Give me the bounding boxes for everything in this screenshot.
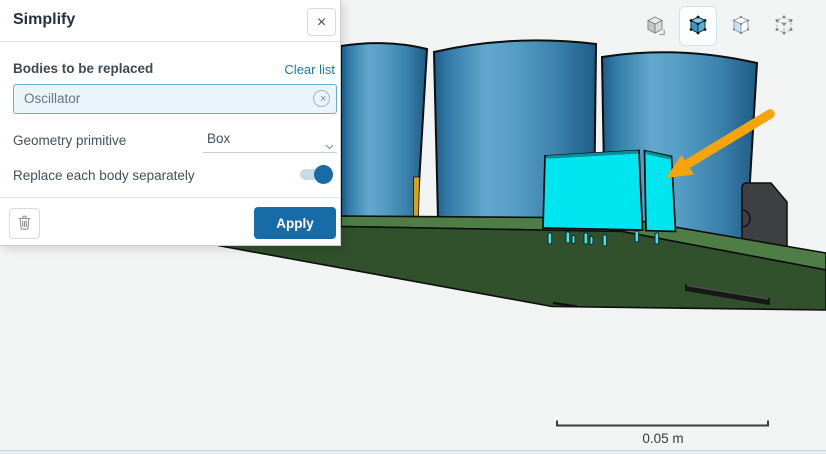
scale-bar-label: 0.05 m: [642, 431, 683, 446]
vertex-select-mode-button[interactable]: [765, 6, 803, 46]
dialog-footer: Apply: [0, 197, 340, 245]
face-select-mode-button[interactable]: [722, 6, 760, 46]
replace-each-body-label: Replace each body separately: [13, 168, 195, 183]
geometry-primitive-dropdown[interactable]: Box: [203, 128, 337, 153]
geometry-primitive-value: Box: [207, 131, 230, 146]
clear-list-link[interactable]: Clear list: [284, 62, 335, 77]
replace-each-body-toggle[interactable]: [300, 165, 333, 184]
bodies-to-replace-label: Bodies to be replaced: [13, 61, 153, 76]
oscillator-highlight-box[interactable]: [543, 151, 676, 232]
geometry-primitive-label: Geometry primitive: [13, 133, 126, 148]
dialog-header: Simplify ×: [0, 0, 340, 42]
apply-button[interactable]: Apply: [254, 207, 336, 239]
solid-cube-icon: [644, 14, 666, 39]
selection-mode-toolbar: [636, 6, 803, 46]
oscillator-front-face[interactable]: [543, 151, 643, 231]
solid-display-mode-button[interactable]: [636, 6, 674, 46]
clear-selection-icon: ×: [320, 93, 326, 105]
body-select-mode-button[interactable]: [679, 6, 717, 46]
face-select-cube-icon: [730, 14, 752, 39]
body-select-cube-icon: [687, 14, 709, 39]
simplify-dialog: Simplify × Bodies to be replaced Clear l…: [0, 0, 341, 246]
oscillator-side-face[interactable]: [645, 151, 676, 232]
trash-icon: [17, 214, 32, 233]
toggle-knob: [314, 165, 333, 184]
bodies-selection-field[interactable]: Oscillator ×: [13, 84, 337, 114]
dialog-title: Simplify: [13, 11, 75, 29]
selected-body-name: Oscillator: [24, 91, 80, 106]
viewport-bottom-strip: [0, 450, 826, 454]
clear-selection-button[interactable]: ×: [313, 90, 330, 107]
delete-button[interactable]: [9, 208, 40, 239]
chevron-down-icon: [325, 137, 334, 155]
vertex-select-cube-icon: [773, 14, 795, 39]
close-icon: ×: [317, 14, 326, 31]
component-lead-wire[interactable]: [414, 177, 420, 218]
close-button[interactable]: ×: [307, 8, 336, 36]
scale-bar: 0.05 m: [557, 421, 768, 447]
